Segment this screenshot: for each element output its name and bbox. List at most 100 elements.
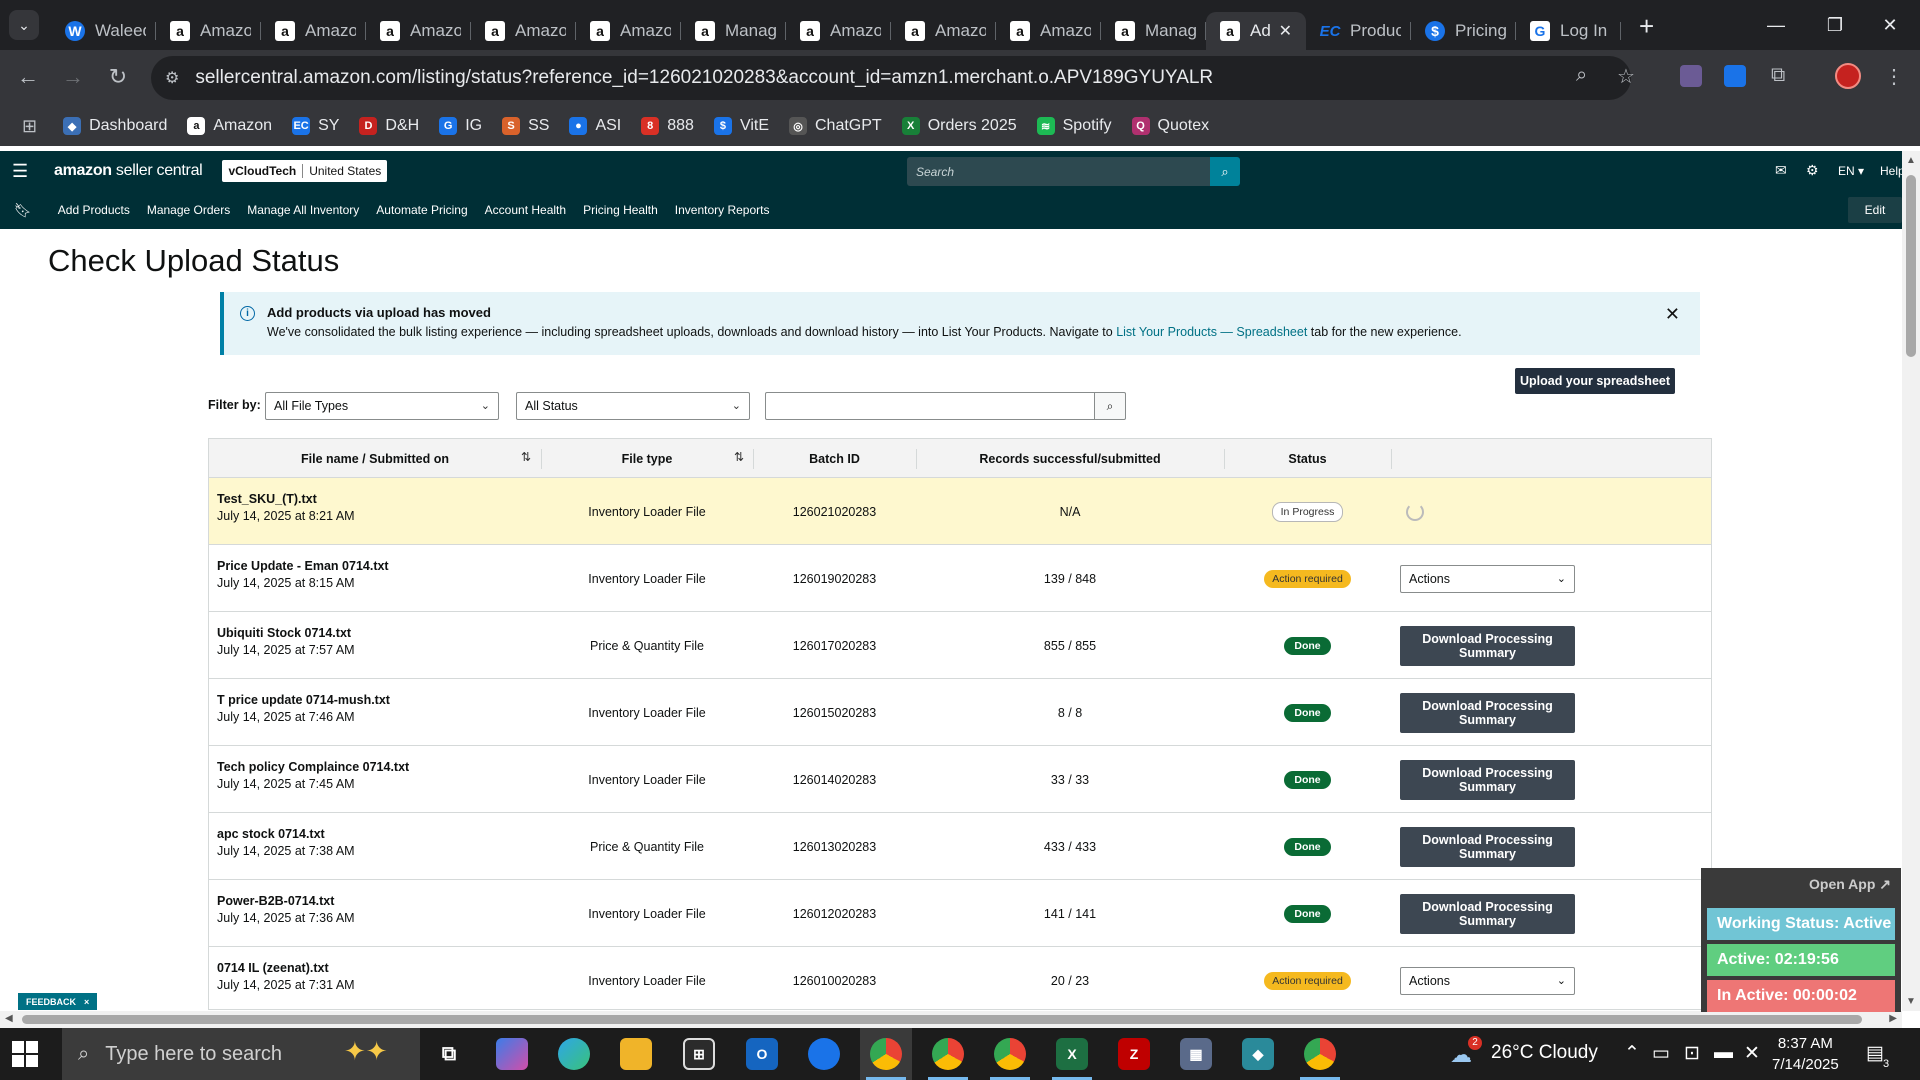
- browser-tab[interactable]: a Amazon: [891, 12, 996, 50]
- bookmark-item[interactable]: X Orders 2025: [901, 117, 1017, 135]
- actions-dropdown[interactable]: Actions ⌄: [1400, 565, 1575, 593]
- bookmark-item[interactable]: ● ASI: [569, 117, 621, 135]
- zoom-icon[interactable]: ⌕: [1576, 64, 1587, 87]
- bookmark-item[interactable]: $ VitE: [713, 117, 769, 135]
- browser-tab[interactable]: G Log In: [1516, 12, 1621, 50]
- search-button[interactable]: ⌕: [1210, 157, 1240, 186]
- nav-link[interactable]: Automate Pricing: [376, 203, 467, 217]
- download-processing-summary-button[interactable]: Download Processing Summary: [1400, 760, 1575, 800]
- download-processing-summary-button[interactable]: Download Processing Summary: [1400, 827, 1575, 867]
- download-processing-summary-button[interactable]: Download Processing Summary: [1400, 626, 1575, 666]
- bookmark-item[interactable]: D D&H: [359, 117, 419, 135]
- extension-icon[interactable]: [1680, 65, 1702, 87]
- bookmark-item[interactable]: a Amazon: [187, 117, 272, 135]
- tray-chevron-icon[interactable]: ⌃: [1624, 1042, 1640, 1065]
- browser-tab[interactable]: a Amazon: [156, 12, 261, 50]
- weather-text[interactable]: 26°C Cloudy: [1491, 1042, 1598, 1064]
- close-window-button[interactable]: ✕: [1860, 0, 1920, 50]
- chrome-icon[interactable]: [870, 1038, 902, 1070]
- horizontal-scrollbar[interactable]: ◀ ▶: [0, 1011, 1902, 1028]
- browser-tab[interactable]: a Amazon: [786, 12, 891, 50]
- tab-search-button[interactable]: ⌄: [9, 10, 39, 40]
- taskbar-search-input[interactable]: ⌕ Type here to search ✦✦: [62, 1028, 420, 1080]
- vertical-scrollbar[interactable]: ▲ ▼: [1902, 151, 1920, 1011]
- seller-central-search-input[interactable]: Search: [907, 157, 1182, 186]
- extensions-puzzle-icon[interactable]: ⧉: [1771, 64, 1785, 87]
- browser-tab[interactable]: a Manag: [681, 12, 786, 50]
- browser-tab[interactable]: a Amazon: [996, 12, 1101, 50]
- upload-spreadsheet-button[interactable]: Upload your spreadsheet: [1515, 368, 1675, 394]
- minimize-button[interactable]: —: [1746, 0, 1806, 50]
- nav-link[interactable]: Inventory Reports: [675, 203, 770, 217]
- nav-link[interactable]: Pricing Health: [583, 203, 658, 217]
- bookmark-icon[interactable]: 🔖︎: [14, 202, 32, 219]
- browser-tab[interactable]: a Amazon: [576, 12, 681, 50]
- bookmark-item[interactable]: ◎ ChatGPT: [789, 117, 882, 135]
- nav-link[interactable]: Manage Orders: [147, 203, 230, 217]
- windows-start-icon[interactable]: [12, 1041, 38, 1067]
- sort-icon[interactable]: ⇅: [734, 450, 744, 464]
- close-tab-icon[interactable]: ✕: [1279, 21, 1292, 41]
- meet-icon[interactable]: ⊡: [1684, 1042, 1700, 1065]
- filezilla-icon[interactable]: Z: [1118, 1038, 1150, 1070]
- edge-icon[interactable]: [558, 1038, 590, 1070]
- bookmark-item[interactable]: EC SY: [292, 117, 339, 135]
- help-link[interactable]: Help: [1880, 164, 1905, 178]
- new-tab-button[interactable]: +: [1639, 11, 1654, 42]
- close-icon[interactable]: ×: [84, 997, 89, 1007]
- notifications-icon[interactable]: ▤: [1866, 1042, 1884, 1065]
- profile-avatar[interactable]: [1835, 63, 1861, 89]
- bookmark-item[interactable]: G IG: [439, 117, 482, 135]
- seller-central-logo[interactable]: amazon seller central: [54, 162, 203, 180]
- bookmark-item[interactable]: ≋ Spotify: [1036, 117, 1112, 135]
- reload-button[interactable]: ↻: [103, 64, 133, 90]
- bookmark-star-icon[interactable]: ☆: [1617, 64, 1635, 89]
- chrome-icon[interactable]: [994, 1038, 1026, 1070]
- browser-tab[interactable]: W Waleed: [51, 12, 156, 50]
- feedback-button[interactable]: FEEDBACK ×: [18, 993, 98, 1010]
- task-view-icon[interactable]: ⧉: [433, 1038, 465, 1070]
- copilot-icon[interactable]: [496, 1038, 528, 1070]
- open-app-link[interactable]: Open App ↗: [1809, 876, 1891, 893]
- bookmark-item[interactable]: S SS: [502, 117, 549, 135]
- store-switcher[interactable]: vCloudTech United States: [222, 160, 388, 182]
- nav-link[interactable]: Account Health: [485, 203, 566, 217]
- browser-menu-icon[interactable]: ⋮: [1884, 64, 1904, 89]
- bookmark-item[interactable]: ◆ Dashboard: [63, 117, 167, 135]
- network-icon[interactable]: ▭: [1652, 1042, 1670, 1065]
- browser-tab[interactable]: $ Pricing: [1411, 12, 1516, 50]
- chrome-icon[interactable]: [1304, 1038, 1336, 1070]
- column-header-file[interactable]: File name / Submitted on: [209, 439, 541, 478]
- restore-button[interactable]: ❐: [1805, 0, 1865, 50]
- apps-grid-icon[interactable]: ⊞: [22, 116, 37, 137]
- language-selector[interactable]: EN ▾: [1838, 164, 1864, 178]
- mail-icon[interactable]: ✉: [1775, 162, 1787, 179]
- bookmark-item[interactable]: 8 888: [641, 117, 694, 135]
- app-icon[interactable]: ◆: [1242, 1038, 1274, 1070]
- site-info-icon[interactable]: ⚙: [165, 68, 179, 88]
- app-icon[interactable]: [808, 1038, 840, 1070]
- file-type-select[interactable]: All File Types ⌄: [265, 392, 499, 420]
- outlook-icon[interactable]: O: [746, 1038, 778, 1070]
- browser-tab[interactable]: a Amazon: [261, 12, 366, 50]
- omnibox[interactable]: ⚙ sellercentral.amazon.com/listing/statu…: [151, 56, 1631, 100]
- browser-tab[interactable]: EC Produc: [1306, 12, 1411, 50]
- download-processing-summary-button[interactable]: Download Processing Summary: [1400, 693, 1575, 733]
- calculator-icon[interactable]: ▦: [1180, 1038, 1212, 1070]
- upload-search-input[interactable]: [765, 392, 1095, 420]
- extension-icon[interactable]: [1724, 65, 1746, 87]
- search-icon[interactable]: ⌕: [1094, 392, 1126, 420]
- download-processing-summary-button[interactable]: Download Processing Summary: [1400, 894, 1575, 934]
- status-select[interactable]: All Status ⌄: [516, 392, 750, 420]
- volume-muted-icon[interactable]: ✕: [1744, 1042, 1760, 1065]
- back-button[interactable]: ←: [13, 64, 43, 90]
- settings-gear-icon[interactable]: ⚙: [1806, 162, 1819, 179]
- close-icon[interactable]: ✕: [1665, 304, 1680, 325]
- list-your-products-link[interactable]: List Your Products — Spreadsheet: [1116, 325, 1307, 339]
- sort-icon[interactable]: ⇅: [521, 450, 531, 464]
- excel-icon[interactable]: X: [1056, 1038, 1088, 1070]
- forward-button[interactable]: →: [58, 64, 88, 90]
- nav-link[interactable]: Manage All Inventory: [247, 203, 359, 217]
- browser-tab[interactable]: a Amazon: [471, 12, 576, 50]
- store-icon[interactable]: ⊞: [683, 1038, 715, 1070]
